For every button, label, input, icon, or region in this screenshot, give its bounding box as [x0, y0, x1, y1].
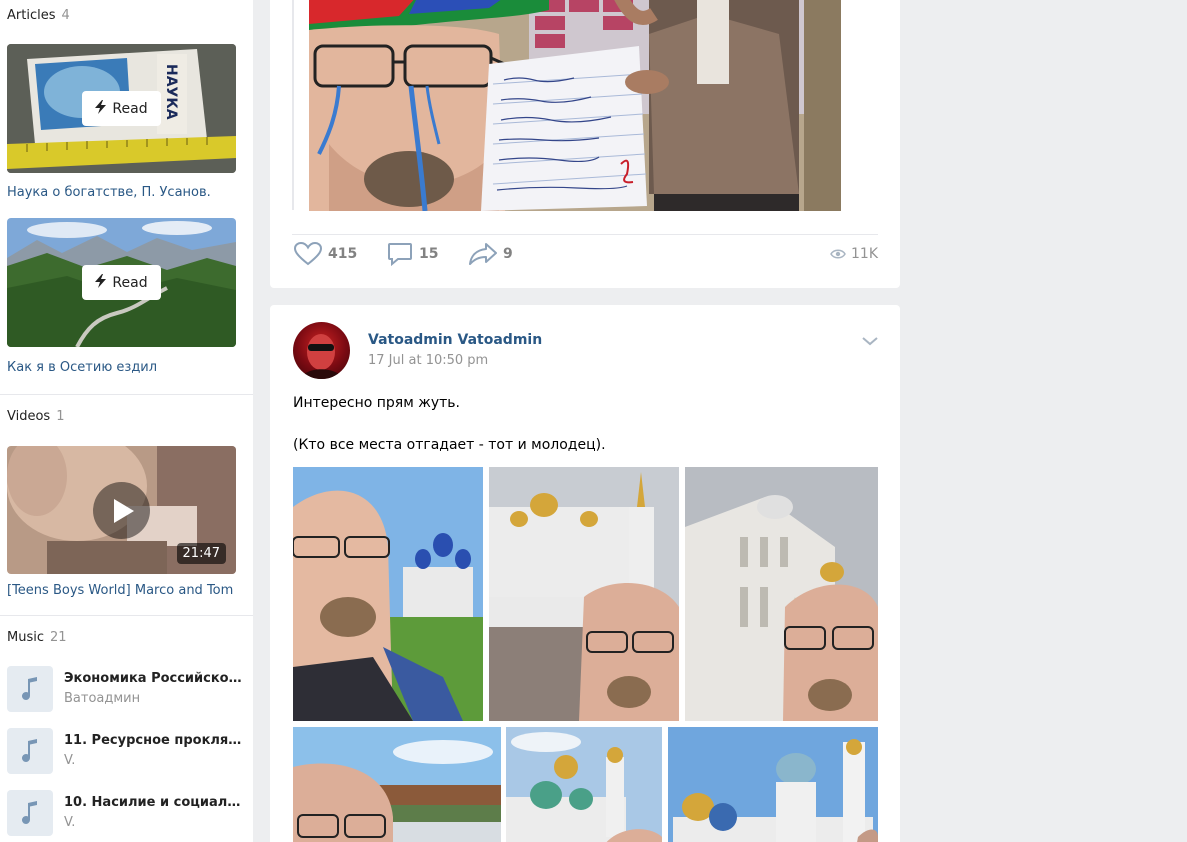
- post-2-photo-2[interactable]: [489, 467, 679, 721]
- music-track-2[interactable]: 11. Ресурсное проклятие... V.: [7, 728, 247, 774]
- videos-count: 1: [56, 409, 65, 424]
- avatar-image: [301, 334, 343, 379]
- post-2-photo-6[interactable]: [668, 727, 878, 842]
- share-icon: [469, 243, 497, 265]
- svg-text:НАУКА: НАУКА: [163, 64, 179, 120]
- post-date[interactable]: 17 Jul at 10:50 pm: [368, 353, 488, 368]
- article-1-read-button[interactable]: Read: [82, 91, 161, 126]
- post-text: Интересно прям жуть. (Кто все места отга…: [293, 395, 606, 453]
- read-label: Read: [112, 100, 148, 117]
- wall-post-1: 415 15 9 11K: [270, 0, 900, 288]
- lightning-icon: [95, 273, 107, 292]
- music-track-1[interactable]: Экономика Российской ... Ватоадмин: [7, 666, 247, 712]
- track-title: 11. Ресурсное проклятие...: [64, 733, 244, 748]
- profile-left-column: Articles 4 НАУКА Read Наука о богатстве, …: [0, 0, 253, 842]
- music-track-3[interactable]: 10. Насилие и социальн... V.: [7, 790, 247, 836]
- music-note-icon[interactable]: [7, 790, 53, 836]
- music-note-icon[interactable]: [7, 666, 53, 712]
- comment-icon: [388, 243, 412, 266]
- video-thumbnail[interactable]: 21:47: [7, 446, 236, 574]
- videos-title: Videos: [7, 409, 51, 424]
- music-note-icon[interactable]: [7, 728, 53, 774]
- photo-2-image: [489, 467, 679, 721]
- eye-icon: [830, 249, 846, 259]
- read-label: Read: [112, 274, 148, 291]
- post-menu-chevron-down-icon[interactable]: [862, 335, 878, 350]
- music-count: 21: [50, 630, 67, 645]
- music-header[interactable]: Music 21: [7, 630, 67, 645]
- article-thumbnail-1[interactable]: НАУКА Read: [7, 44, 236, 173]
- post-author[interactable]: Vatoadmin Vatoadmin: [368, 332, 542, 348]
- views-counter: 11K: [830, 246, 878, 262]
- video-duration: 21:47: [176, 543, 226, 564]
- videos-header[interactable]: Videos 1: [7, 409, 64, 424]
- lightning-icon: [95, 99, 107, 118]
- track-title: 10. Насилие и социальн...: [64, 795, 244, 810]
- track-artist[interactable]: V.: [64, 815, 75, 830]
- article-2-read-button[interactable]: Read: [82, 265, 161, 300]
- post-2-photo-1[interactable]: [293, 467, 483, 721]
- article-2-title[interactable]: Как я в Осетию ездил: [7, 360, 157, 375]
- article-thumbnail-2[interactable]: Read: [7, 218, 236, 347]
- post-2-photo-5[interactable]: [506, 727, 662, 842]
- photo-3-image: [685, 467, 878, 721]
- heart-icon: [294, 242, 322, 266]
- like-count: 415: [328, 246, 358, 262]
- post-1-image: [309, 0, 841, 211]
- wall-post-2: Vatoadmin Vatoadmin 17 Jul at 10:50 pm И…: [270, 305, 900, 842]
- articles-header[interactable]: Articles 4: [7, 8, 70, 23]
- photo-6-image: [668, 727, 878, 842]
- play-icon: [113, 498, 134, 523]
- divider: [0, 394, 253, 395]
- post-1-photo[interactable]: [309, 0, 841, 211]
- track-title: Экономика Российской ...: [64, 671, 244, 686]
- comment-count: 15: [419, 246, 439, 262]
- video-title[interactable]: [Teens Boys World] Marco and Tom: [7, 583, 233, 598]
- articles-title: Articles: [7, 8, 56, 23]
- comment-button[interactable]: 15: [387, 242, 438, 266]
- avatar[interactable]: [293, 322, 350, 379]
- repost-quote-bar: [292, 0, 294, 210]
- divider: [0, 615, 253, 616]
- share-count: 9: [503, 246, 513, 262]
- article-1-title[interactable]: Наука о богатстве, П. Усанов.: [7, 185, 211, 200]
- post-2-photo-3[interactable]: [685, 467, 878, 721]
- like-button[interactable]: 415: [294, 242, 357, 266]
- track-artist[interactable]: Ватоадмин: [64, 691, 140, 706]
- post-1-actions-divider: [292, 234, 878, 235]
- play-button[interactable]: [93, 482, 150, 539]
- photo-5-image: [506, 727, 662, 842]
- articles-count: 4: [61, 8, 70, 23]
- post-2-photo-4[interactable]: [293, 727, 501, 842]
- track-artist[interactable]: V.: [64, 753, 75, 768]
- share-button[interactable]: 9: [469, 242, 513, 266]
- photo-4-image: [293, 727, 501, 842]
- photo-1-image: [293, 467, 483, 721]
- music-title: Music: [7, 630, 44, 645]
- views-count: 11K: [851, 246, 878, 262]
